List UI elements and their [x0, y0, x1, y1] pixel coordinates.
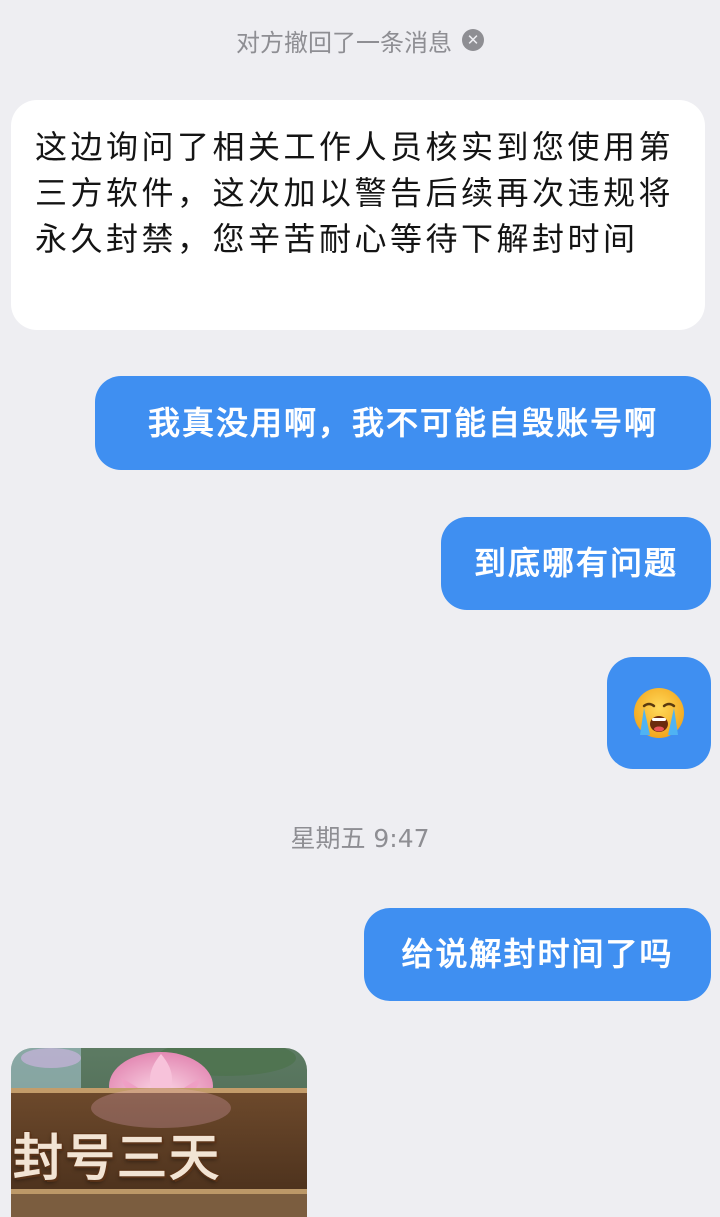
recalled-message-notice: 对方撤回了一条消息 ✕: [0, 22, 720, 58]
outgoing-message-text: 给说解封时间了吗: [401, 935, 674, 973]
image-caption-text: 封号三天: [13, 1129, 221, 1187]
outgoing-emoji-bubble[interactable]: [607, 657, 711, 769]
time-divider: 星期五 9:47: [290, 824, 430, 853]
outgoing-message-bubble[interactable]: 到底哪有问题: [441, 517, 711, 610]
close-circle-icon[interactable]: ✕: [462, 29, 484, 51]
incoming-message-text: 这边询问了相关工作人员核实到您使用第三方软件，这次加以警告后续再次违规将永久封禁…: [35, 128, 675, 258]
outgoing-message-text: 我真没用啊，我不可能自毁账号啊: [147, 403, 658, 442]
image-message[interactable]: 封号三天: [11, 1048, 307, 1217]
incoming-message-bubble[interactable]: 这边询问了相关工作人员核实到您使用第三方软件，这次加以警告后续再次违规将永久封禁…: [11, 100, 705, 330]
outgoing-message-bubble[interactable]: 我真没用啊，我不可能自毁账号啊: [95, 376, 711, 470]
recalled-notice-text: 对方撤回了一条消息: [236, 28, 452, 57]
outgoing-message-bubble[interactable]: 给说解封时间了吗: [364, 908, 711, 1001]
outgoing-message-text: 到底哪有问题: [473, 544, 678, 582]
loudly-crying-face-icon: [634, 688, 684, 738]
